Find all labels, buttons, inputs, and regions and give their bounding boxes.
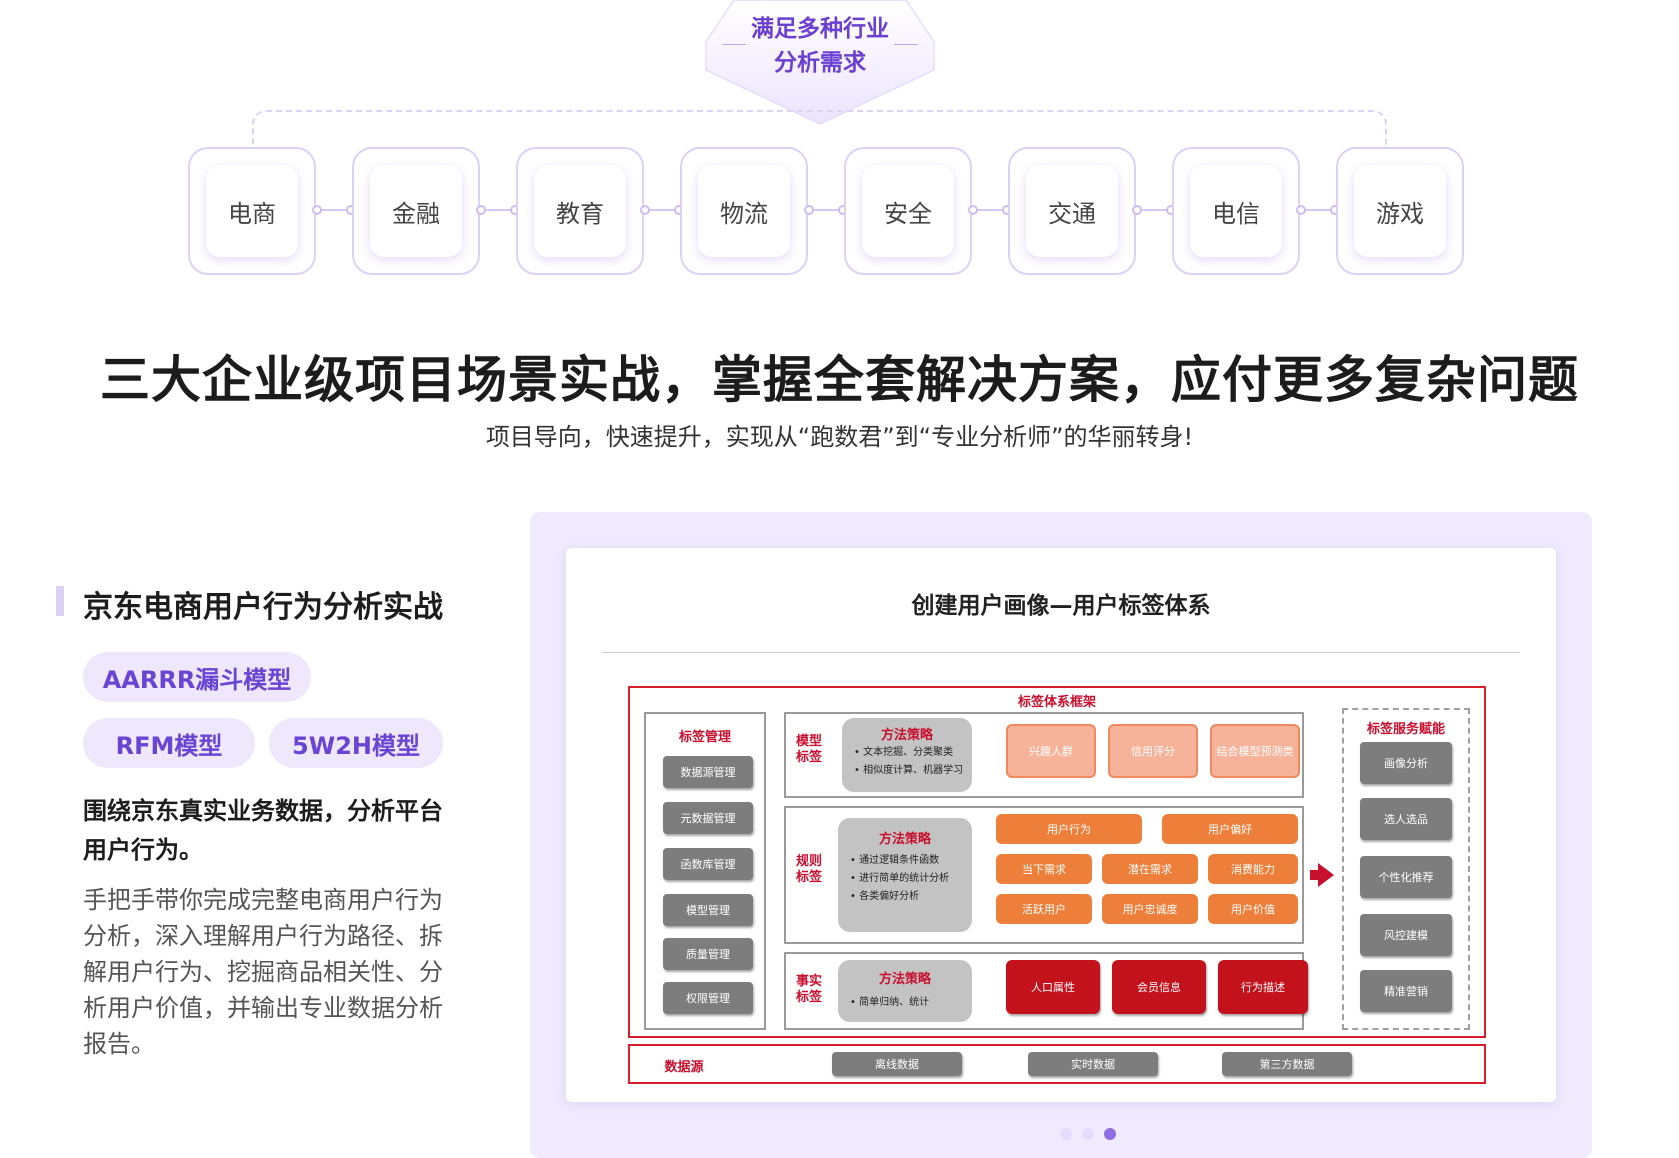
model-tag: 信用评分 <box>1108 724 1198 778</box>
connector-line <box>252 110 1387 146</box>
fact-tags-label: 事实 标签 <box>795 974 822 1005</box>
rule-tag: 潜在需求 <box>1102 854 1198 884</box>
management-item: 数据源管理 <box>663 756 753 788</box>
model-tag-5w2h: 5W2H模型 <box>269 718 443 768</box>
model-tag: 兴趣人群 <box>1006 724 1096 778</box>
service-item: 选人选品 <box>1360 798 1452 840</box>
carousel-dot[interactable] <box>1060 1128 1072 1140</box>
datasource-label: 数据源 <box>664 1060 704 1075</box>
slide-divider <box>602 652 1520 653</box>
industry-badge: 满足多种行业 分析需求 <box>700 0 940 126</box>
slide-title: 创建用户画像—用户标签体系 <box>911 593 1211 619</box>
datasource-item: 第三方数据 <box>1222 1052 1352 1076</box>
industry-label: 教育 <box>534 165 626 257</box>
carousel-dot[interactable] <box>1082 1128 1094 1140</box>
management-item: 权限管理 <box>663 982 753 1014</box>
industry-label: 物流 <box>698 165 790 257</box>
badge-line1: 满足多种行业 <box>751 16 889 42</box>
management-item: 函数库管理 <box>663 848 753 880</box>
management-item: 模型管理 <box>663 894 753 926</box>
rule-tag: 用户行为 <box>996 814 1142 844</box>
industry-item: 电商 <box>188 147 316 275</box>
slide-card: 创建用户画像—用户标签体系 标签体系框架 标签管理 数据源管理 元数据管理 函数… <box>566 548 1556 1102</box>
service-item: 个性化推荐 <box>1360 856 1452 898</box>
badge-line2: 分析需求 <box>774 50 866 76</box>
industry-item: 交通 <box>1008 147 1136 275</box>
carousel-dot-active[interactable] <box>1104 1128 1116 1140</box>
rule-tag: 用户价值 <box>1208 894 1298 924</box>
management-item: 质量管理 <box>663 938 753 970</box>
title-accent-bar <box>56 586 64 616</box>
fact-tag: 人口属性 <box>1006 960 1100 1014</box>
service-item: 画像分析 <box>1360 742 1452 784</box>
industry-label: 交通 <box>1026 165 1118 257</box>
project-description: 手把手带你完成完整电商用户行为分析，深入理解用户行为路径、拆解用户行为、挖掘商品… <box>83 886 443 1058</box>
model-tag-rfm: RFM模型 <box>83 718 255 768</box>
industry-label: 金融 <box>370 165 462 257</box>
rule-tag: 用户偏好 <box>1162 814 1298 844</box>
section-title: 三大企业级项目场景实战，掌握全套解决方案，应付更多复杂问题 <box>100 351 1579 409</box>
industry-item: 安全 <box>844 147 972 275</box>
datasource-item: 实时数据 <box>1028 1052 1158 1076</box>
management-title: 标签管理 <box>678 730 731 745</box>
management-item: 元数据管理 <box>663 802 753 834</box>
service-title: 标签服务赋能 <box>1366 722 1445 737</box>
datasource-item: 离线数据 <box>832 1052 962 1076</box>
rule-tags-label: 规则 标签 <box>795 854 822 885</box>
model-method-box: 方法策略 • 文本挖掘、分类聚类 • 相似度计算、机器学习 <box>842 718 972 792</box>
industry-label: 电商 <box>206 165 298 257</box>
rule-tag: 当下需求 <box>996 854 1092 884</box>
service-item: 精准营销 <box>1360 970 1452 1012</box>
arrow-stem <box>1310 870 1318 880</box>
industry-list: 电商 金融 教育 物流 安全 交通 电信 游戏 <box>188 147 1464 275</box>
model-tag: 结合模型预测类 <box>1210 724 1300 778</box>
fact-tag: 会员信息 <box>1112 960 1206 1014</box>
arrow-right-icon <box>1318 863 1334 887</box>
model-tag-aarrr: AARRR漏斗模型 <box>83 652 311 702</box>
rule-tag: 消费能力 <box>1208 854 1298 884</box>
service-item: 风控建模 <box>1360 914 1452 956</box>
fact-tag: 行为描述 <box>1218 960 1308 1014</box>
industry-item: 物流 <box>680 147 808 275</box>
rule-method-box: 方法策略 • 通过逻辑条件函数 • 进行简单的统计分析 • 各类偏好分析 <box>838 818 972 932</box>
industry-label: 游戏 <box>1354 165 1446 257</box>
industry-item: 教育 <box>516 147 644 275</box>
project-title: 京东电商用户行为分析实战 <box>83 590 443 625</box>
industry-item: 金融 <box>352 147 480 275</box>
rule-tag: 活跃用户 <box>996 894 1092 924</box>
industry-item: 电信 <box>1172 147 1300 275</box>
industry-label: 安全 <box>862 165 954 257</box>
industry-label: 电信 <box>1190 165 1282 257</box>
carousel-dots <box>1060 1128 1140 1142</box>
industry-item: 游戏 <box>1336 147 1464 275</box>
fact-method-box: 方法策略 • 简单归纳、统计 <box>838 960 972 1022</box>
model-tags-label: 模型 标签 <box>795 734 822 765</box>
project-lead: 围绕京东真实业务数据，分析平台用户行为。 <box>83 797 443 864</box>
section-subtitle: 项目导向，快速提升，实现从“跑数君”到“专业分析师”的华丽转身! <box>485 423 1194 451</box>
rule-tag: 用户忠诚度 <box>1102 894 1198 924</box>
